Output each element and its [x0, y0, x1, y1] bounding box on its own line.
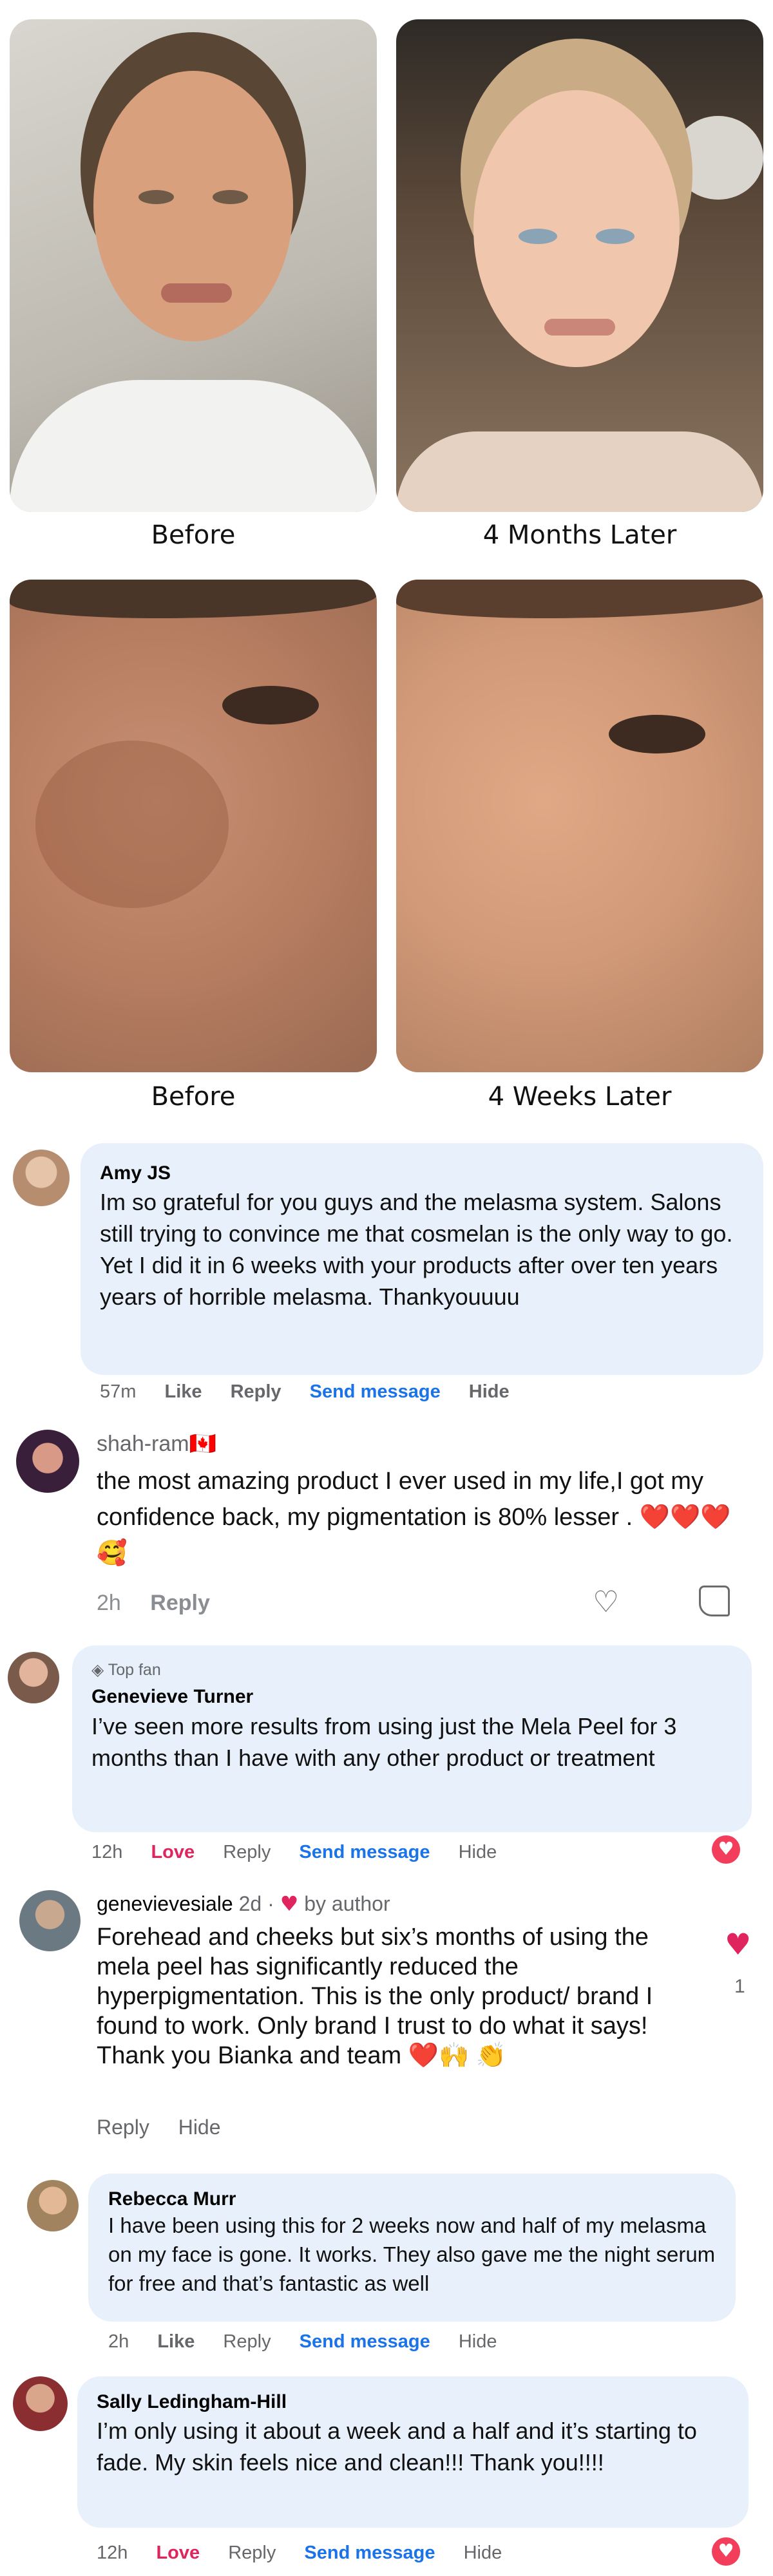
caption-after-1: 4 Months Later	[482, 520, 677, 550]
comment-text: Forehead and cheeks but six’s months of …	[97, 1922, 676, 2070]
caption-after-2: 4 Weeks Later	[488, 1082, 672, 1112]
photo-before-cheek	[10, 580, 377, 1072]
reply-button[interactable]: Reply	[150, 1591, 210, 1615]
comment-age: 2d	[238, 1892, 262, 1915]
like-count: 1	[734, 1976, 745, 1997]
hide-button[interactable]: Hide	[459, 1842, 497, 1862]
like-heart-icon[interactable]: ♥	[725, 1927, 751, 1962]
emoji-reactions: ❤️🙌 👏	[408, 2042, 507, 2069]
caption-before-1: Before	[151, 520, 236, 550]
comment-header: genevievesiale 2d · ♥ by author	[97, 1891, 390, 1916]
send-message-button[interactable]: Send message	[310, 1381, 441, 1402]
avatar[interactable]	[27, 2180, 79, 2231]
avatar[interactable]	[13, 1150, 70, 1206]
comment-time: 57m	[100, 1381, 137, 1402]
comment-text: I’m only using it about a week and a hal…	[97, 2418, 697, 2476]
dislike-icon[interactable]	[699, 1586, 730, 1616]
hide-button[interactable]: Hide	[469, 1381, 510, 1402]
comment-time: 12h	[91, 1842, 123, 1862]
comment-actions: 12h Love Reply Send message Hide	[91, 1842, 520, 1863]
top-fan-label: Top fan	[108, 1661, 161, 1679]
avatar[interactable]	[13, 2376, 68, 2431]
photo-after-face	[396, 19, 763, 512]
comment-time: 12h	[97, 2543, 128, 2563]
author-heart-icon: ♥	[280, 1891, 299, 1916]
top-fan-badge: ◈ Top fan	[91, 1660, 161, 1680]
love-button[interactable]: Love	[156, 2543, 200, 2563]
like-button[interactable]: Like	[157, 2331, 195, 2352]
diamond-icon: ◈	[91, 1660, 104, 1679]
comment-author[interactable]: Sally Ledingham-Hill	[97, 2391, 287, 2413]
comment-text-body: Forehead and cheeks but six’s months of …	[97, 1924, 653, 2069]
send-message-button[interactable]: Send message	[299, 1842, 430, 1862]
comment-actions: 57m Like Reply Send message Hide	[100, 1381, 533, 1403]
reply-button[interactable]: Reply	[228, 2543, 276, 2563]
reply-button[interactable]: Reply	[223, 1842, 271, 1862]
comment-author[interactable]: Amy JS	[100, 1162, 171, 1184]
like-button[interactable]: Like	[164, 1381, 202, 1402]
heart-outline-icon[interactable]: ♡	[593, 1584, 619, 1619]
avatar[interactable]	[16, 1430, 79, 1493]
comment-text: I’ve seen more results from using just t…	[91, 1713, 677, 1771]
comment-text: I have been using this for 2 weeks now a…	[108, 2213, 716, 2295]
comment-author[interactable]: genevievesiale	[97, 1892, 233, 1915]
comment-actions: Reply Hide	[97, 2116, 244, 2139]
comment-text: the most amazing product I ever used in …	[97, 1463, 734, 1571]
reply-button[interactable]: Reply	[223, 2331, 271, 2352]
comment-text-body: the most amazing product I ever used in …	[97, 1468, 703, 1531]
love-reaction-icon[interactable]	[712, 1835, 740, 1864]
comment-actions: 12h Love Reply Send message Hide	[97, 2543, 525, 2564]
caption-before-2: Before	[151, 1082, 236, 1112]
comment-author[interactable]: Rebecca Murr	[108, 2188, 236, 2210]
hide-button[interactable]: Hide	[178, 2116, 221, 2139]
hide-button[interactable]: Hide	[459, 2331, 497, 2352]
comment-text: Im so grateful for you guys and the mela…	[100, 1189, 733, 1310]
avatar[interactable]	[19, 1890, 81, 1951]
love-reaction-icon[interactable]	[712, 2537, 740, 2566]
comment-actions: 2h Reply	[97, 1591, 233, 1616]
love-button[interactable]: Love	[151, 1842, 195, 1862]
comment-author[interactable]: shah-ram🇨🇦	[97, 1431, 216, 1457]
by-author-label: by author	[304, 1892, 390, 1915]
avatar[interactable]	[8, 1652, 59, 1703]
comment-actions: 2h Like Reply Send message Hide	[108, 2331, 520, 2353]
reply-button[interactable]: Reply	[97, 2116, 149, 2139]
send-message-button[interactable]: Send message	[304, 2543, 435, 2563]
photo-after-cheek	[396, 580, 763, 1072]
comment-time: 2h	[108, 2331, 129, 2352]
reply-button[interactable]: Reply	[231, 1381, 282, 1402]
photo-before-face	[10, 19, 377, 512]
hide-button[interactable]: Hide	[464, 2543, 502, 2563]
send-message-button[interactable]: Send message	[300, 2331, 430, 2352]
comment-time: 2h	[97, 1591, 121, 1615]
comment-author[interactable]: Genevieve Turner	[91, 1686, 253, 1708]
